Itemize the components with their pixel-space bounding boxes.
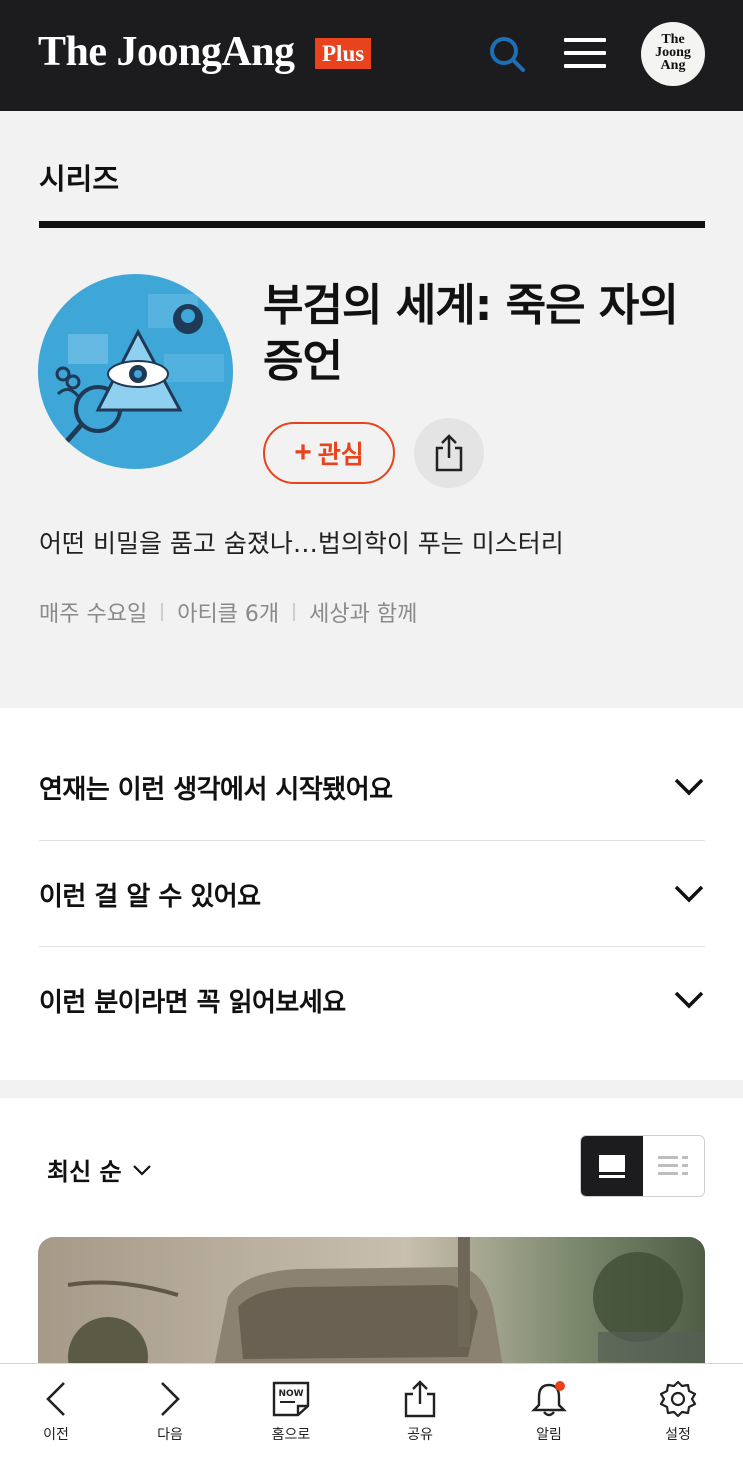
follow-button[interactable]: + 관심	[263, 422, 395, 484]
bell-icon	[531, 1381, 567, 1417]
accordion-item-motivation[interactable]: 연재는 이런 생각에서 시작됐어요	[39, 734, 705, 840]
share-icon	[404, 1380, 436, 1418]
plus-icon: +	[294, 436, 312, 469]
hamburger-menu-icon[interactable]	[564, 38, 606, 70]
now-badge-text: NOW	[278, 1389, 303, 1399]
accordion-item-audience[interactable]: 이런 분이라면 꼭 읽어보세요	[39, 947, 705, 1053]
section-divider	[39, 221, 705, 228]
nav-label: 이전	[43, 1427, 69, 1443]
site-logo[interactable]: The JoongAng	[38, 28, 295, 76]
meta-separator	[293, 603, 296, 621]
chevron-right-icon	[161, 1382, 180, 1416]
series-description: 어떤 비밀을 품고 숨졌나…법의학이 푸는 미스터리	[39, 529, 564, 558]
sort-label: 최신 순	[47, 1158, 122, 1186]
chevron-down-icon	[132, 1164, 151, 1176]
nav-label: 공유	[407, 1427, 433, 1443]
app-header: The JoongAng Plus The Joong Ang	[0, 0, 743, 111]
nav-forward-button[interactable]: 다음	[125, 1364, 215, 1462]
nav-label: 다음	[157, 1427, 183, 1443]
nav-settings-button[interactable]: 설정	[633, 1364, 723, 1462]
card-view-icon	[598, 1155, 625, 1178]
accordion-label: 이런 분이라면 꼭 읽어보세요	[39, 987, 346, 1018]
card-view-button[interactable]	[581, 1136, 643, 1196]
plus-badge: Plus	[315, 38, 372, 69]
meta-category: 세상과 함께	[309, 602, 418, 627]
accordion-label: 이런 걸 알 수 있어요	[39, 881, 261, 912]
list-view-button[interactable]	[643, 1136, 705, 1196]
nav-home-button[interactable]: NOW 홈으로	[246, 1364, 336, 1462]
share-icon	[435, 434, 463, 472]
meta-schedule: 매주 수요일	[39, 602, 148, 627]
section-label: 시리즈	[39, 162, 120, 196]
bottom-navigation: 이전 다음 NOW 홈으로 공유 알림 설정	[0, 1363, 743, 1462]
view-mode-toggle	[580, 1135, 705, 1197]
series-title: 부검의 세계: 죽은 자의 증언	[263, 280, 679, 387]
chevron-down-icon	[674, 885, 704, 903]
article-list-section: 최신 순	[0, 1098, 743, 1364]
meta-article-count: 아티클 6개	[177, 602, 280, 627]
gear-icon	[659, 1380, 697, 1418]
search-icon[interactable]	[486, 33, 526, 73]
nav-share-button[interactable]: 공유	[375, 1364, 465, 1462]
list-view-icon	[658, 1156, 689, 1175]
chevron-down-icon	[674, 778, 704, 796]
nav-label: 홈으로	[271, 1427, 311, 1443]
sort-dropdown[interactable]: 최신 순	[47, 1152, 152, 1187]
chevron-left-icon	[46, 1382, 65, 1416]
profile-avatar[interactable]: The Joong Ang	[641, 22, 705, 86]
nav-back-button[interactable]: 이전	[11, 1364, 101, 1462]
article-thumbnail[interactable]	[38, 1237, 705, 1364]
nav-label: 알림	[536, 1427, 562, 1443]
series-info-accordion: 연재는 이런 생각에서 시작됐어요 이런 걸 알 수 있어요 이런 분이라면 꼭…	[0, 708, 743, 1080]
series-meta: 매주 수요일 아티클 6개 세상과 함께	[39, 596, 417, 628]
share-button[interactable]	[414, 418, 484, 488]
nav-label: 설정	[665, 1427, 691, 1443]
accordion-label: 연재는 이런 생각에서 시작됐어요	[39, 774, 393, 805]
series-cover-image	[38, 274, 233, 469]
accordion-item-learnings[interactable]: 이런 걸 알 수 있어요	[39, 841, 705, 947]
meta-separator	[161, 603, 164, 621]
chevron-down-icon	[674, 991, 704, 1009]
follow-label: 관심	[317, 441, 364, 469]
nav-notifications-button[interactable]: 알림	[504, 1364, 594, 1462]
now-home-icon: NOW	[272, 1381, 310, 1417]
